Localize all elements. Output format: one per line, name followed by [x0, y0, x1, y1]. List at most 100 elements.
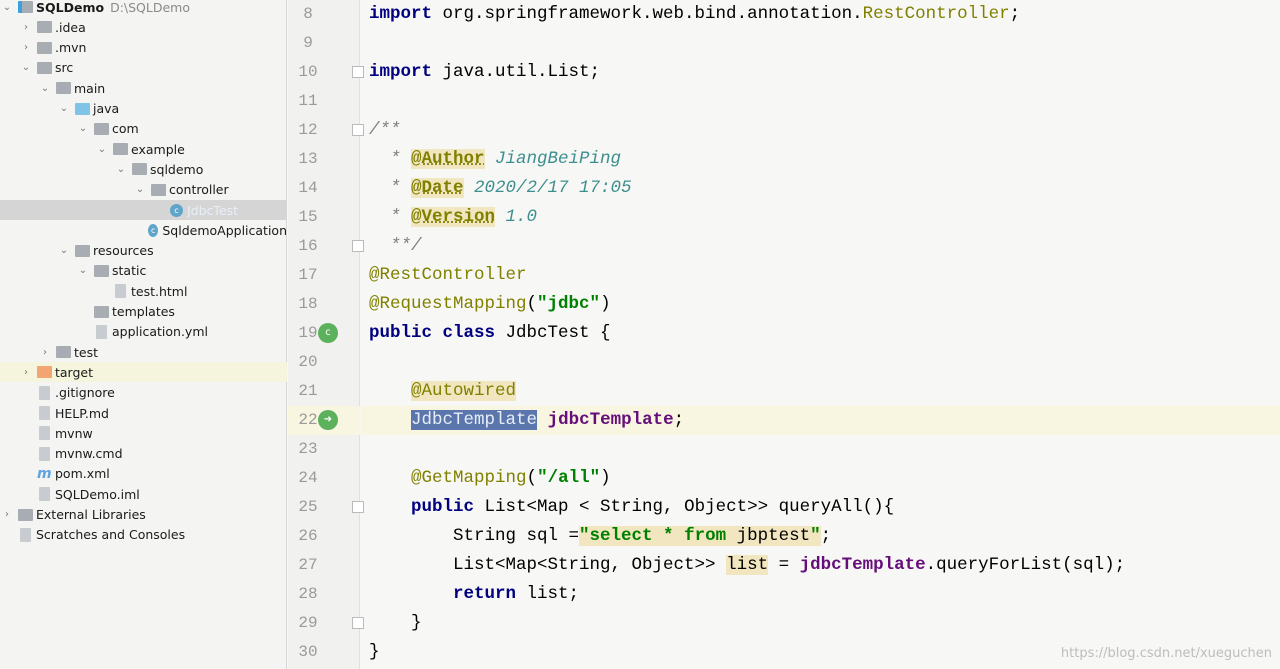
tree-item[interactable]: › test	[0, 342, 287, 362]
chevron-down-icon[interactable]: ⌄	[19, 62, 33, 73]
resources-folder-icon	[75, 244, 90, 257]
tree-item[interactable]: ⌄ sqldemo	[0, 159, 287, 179]
folder-icon	[37, 61, 52, 74]
tree-item[interactable]: ⌄ resources	[0, 241, 287, 261]
code-token: **/	[369, 236, 422, 256]
folder-icon	[37, 41, 52, 54]
code-token: @Autowired	[411, 381, 517, 401]
code-token: *	[369, 149, 412, 169]
code-token: String sql =	[369, 526, 580, 546]
tree-item[interactable]: templates	[0, 302, 287, 322]
tree-item[interactable]: application.yml	[0, 322, 287, 342]
code-token: 1.0	[495, 207, 538, 227]
markdown-file-icon	[39, 406, 50, 420]
tree-item-label: target	[55, 364, 94, 380]
tree-item[interactable]: mvnw	[0, 423, 287, 443]
html-file-icon	[115, 284, 126, 299]
line-number: 25	[298, 498, 318, 516]
code-line: **/	[369, 232, 422, 261]
chevron-right-icon[interactable]: ›	[19, 367, 33, 378]
code-line: @Autowired	[369, 377, 517, 406]
code-token: 2020/2/17 17:05	[463, 178, 632, 198]
tree-item-label: resources	[93, 243, 154, 259]
maven-file-icon: m	[37, 465, 52, 482]
autowired-navigate-icon[interactable]: ➜	[318, 410, 338, 430]
chevron-down-icon[interactable]: ⌄	[0, 2, 14, 13]
code-token: /**	[369, 120, 401, 140]
tree-item[interactable]: ⌄ com	[0, 119, 287, 139]
chevron-down-icon[interactable]: ⌄	[95, 144, 109, 155]
tree-item-label: SqldemoApplication	[162, 222, 287, 238]
code-token: ;	[673, 410, 685, 430]
chevron-right-icon[interactable]: ›	[0, 509, 14, 520]
tree-item[interactable]: ⌄ java	[0, 99, 287, 119]
folder-icon	[94, 264, 109, 277]
package-icon	[113, 143, 128, 156]
chevron-down-icon[interactable]: ⌄	[76, 123, 90, 134]
code-token: @Author	[411, 149, 485, 169]
code-token: import	[369, 62, 443, 82]
spring-class-icon: c	[148, 223, 159, 237]
chevron-down-icon[interactable]: ⌄	[76, 265, 90, 276]
tree-item[interactable]: mvnw.cmd	[0, 444, 287, 464]
code-token: }	[369, 642, 380, 662]
tree-item-label: java	[93, 101, 120, 116]
gitignore-file-icon	[39, 385, 50, 400]
code-token: .queryForList(sql);	[925, 555, 1126, 575]
tree-item[interactable]: ⌄ static	[0, 261, 287, 281]
tree-item[interactable]: › .idea	[0, 17, 287, 37]
code-editor[interactable]: import org.springframework.web.bind.anno…	[361, 0, 1280, 669]
code-token: jdbcTemplate	[547, 410, 674, 430]
tree-item[interactable]: › target	[0, 362, 287, 383]
source-folder-icon	[75, 102, 90, 115]
tree-item[interactable]: .gitignore	[0, 383, 287, 403]
tree-item[interactable]: ⌄ src	[0, 58, 287, 78]
tree-item[interactable]: m pom.xml	[0, 464, 287, 484]
tree-item[interactable]: ⌄ main	[0, 78, 287, 98]
tree-item-label: application.yml	[112, 324, 208, 340]
chevron-right-icon[interactable]: ›	[19, 42, 33, 53]
spring-bean-icon[interactable]: c	[318, 323, 338, 343]
tree-item-label: test	[74, 344, 99, 360]
excluded-folder-icon	[37, 366, 52, 379]
code-token: org.springframework.web.bind.annotation.	[442, 4, 863, 24]
tree-item[interactable]: ⌄ controller	[0, 180, 287, 200]
line-number: 10	[298, 63, 318, 81]
code-line: return list;	[369, 580, 579, 609]
chevron-down-icon[interactable]: ⌄	[38, 83, 52, 94]
chevron-right-icon[interactable]: ›	[19, 22, 33, 33]
line-number: 29	[298, 614, 318, 632]
code-token: "	[810, 526, 821, 546]
tree-item[interactable]: › .mvn	[0, 38, 287, 58]
code-token: list	[726, 555, 769, 575]
chevron-down-icon[interactable]: ⌄	[57, 245, 71, 256]
tree-item[interactable]: c JdbcTest	[0, 200, 287, 220]
line-number: 18	[298, 295, 318, 313]
tree-item[interactable]: HELP.md	[0, 403, 287, 423]
code-line: JdbcTemplate jdbcTemplate;	[369, 406, 684, 435]
tree-item[interactable]: test.html	[0, 281, 287, 301]
code-line: import org.springframework.web.bind.anno…	[369, 0, 1020, 29]
tree-item[interactable]: SQLDemo.iml	[0, 484, 287, 504]
line-number: 8	[303, 5, 313, 23]
project-folder-icon	[18, 1, 33, 13]
tree-item-label: src	[55, 60, 74, 76]
chevron-right-icon[interactable]: ›	[38, 347, 52, 358]
code-line: * @Author JiangBeiPing	[369, 145, 621, 174]
tree-item[interactable]: ⌄ example	[0, 139, 287, 159]
chevron-down-icon[interactable]: ⌄	[114, 164, 128, 175]
chevron-down-icon[interactable]: ⌄	[133, 184, 147, 195]
tree-item[interactable]: ⌄ SQLDemo D:\SQLDemo	[0, 0, 287, 17]
chevron-down-icon[interactable]: ⌄	[57, 103, 71, 114]
tree-item[interactable]: › External Libraries	[0, 505, 287, 525]
code-token: @Date	[411, 178, 464, 198]
tree-item[interactable]: Scratches and Consoles	[0, 525, 287, 545]
tree-item-label: test.html	[131, 283, 188, 299]
scratches-icon	[20, 527, 31, 542]
tree-item-label: templates	[112, 304, 175, 319]
tree-item[interactable]: c SqldemoApplication	[0, 220, 287, 240]
code-line: @RequestMapping("jdbc")	[369, 290, 611, 319]
